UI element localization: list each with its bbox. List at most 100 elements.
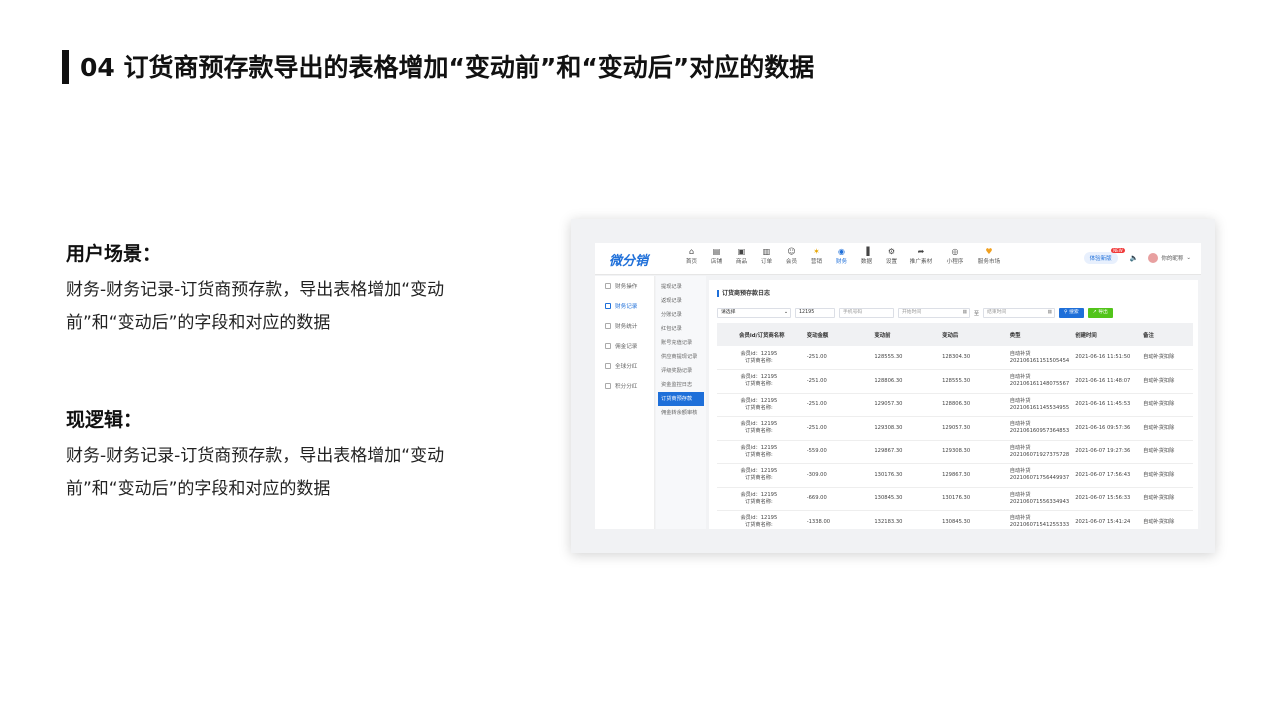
member-cell: 会员id：12195 订货商名称: xyxy=(717,416,801,441)
content-panel: 订货商预存款日志 请选择 ⌄ 12195 手机号码 开始时间 ▦ 至 结束时间 … xyxy=(709,280,1198,529)
type-cell: 自动补货 202106161151505454 xyxy=(1003,346,1070,370)
section-heading: 现逻辑： xyxy=(66,409,143,431)
nav-item-label: 财务 xyxy=(835,259,848,265)
sub-menu-item[interactable]: 账号充值记录 xyxy=(656,336,706,350)
nav-right: 体验新版 NEW 🔈 你的昵称 ⌄ xyxy=(1083,248,1191,264)
menu-item-icon xyxy=(605,343,611,349)
nav-item[interactable]: ♥ 服务市场 xyxy=(972,246,1006,267)
left-menu-item[interactable]: 财务记录 xyxy=(595,296,654,316)
nav-item-label: 营销 xyxy=(810,259,823,265)
nav-item[interactable]: ▣ 商品 xyxy=(729,246,754,267)
time-cell: 2021-06-07 19:27:36 xyxy=(1069,440,1138,464)
chevron-down-icon[interactable]: ⌄ xyxy=(1186,255,1191,261)
type-select[interactable]: 请选择 ⌄ xyxy=(717,308,791,318)
nav-item[interactable]: ➦ 推广素材 xyxy=(904,246,938,267)
left-menu-item[interactable]: 全球分红 xyxy=(595,356,654,376)
new-version-button[interactable]: 体验新版 NEW xyxy=(1083,248,1125,264)
section-heading: 用户场景： xyxy=(66,243,162,265)
nav-item[interactable]: ◉ 财务 xyxy=(829,246,854,267)
amount-cell: -669.00 xyxy=(800,487,869,511)
left-menu-label: 佣金记录 xyxy=(615,344,638,350)
section-user-scenario: 用户场景： 财务-财务记录-订货商预存款，导出表格增加“变动前”和“变动后”的字… xyxy=(66,240,506,340)
type-number: 202106161145534955 xyxy=(1009,404,1070,411)
nav-item-label: 首页 xyxy=(685,259,698,265)
amount-cell: -1338.00 xyxy=(800,510,869,529)
data-icon: ▐ xyxy=(863,247,870,256)
avatar[interactable] xyxy=(1148,253,1159,263)
slide-title: 04 订货商预存款导出的表格增加“变动前”和“变动后”对应的数据 xyxy=(80,53,815,82)
user-name[interactable]: 你的昵称 xyxy=(1161,254,1183,262)
note-cell: 自动补货扣除 xyxy=(1137,440,1193,464)
sub-menu: 提现记录 返现记录 分账记录 红包记录 账号充值记录 供应商提现记录 评级奖励记录 资金监控日… xyxy=(656,276,706,529)
nav-item[interactable]: ◎ 小程序 xyxy=(938,246,972,267)
sub-menu-item[interactable]: 红包记录 xyxy=(656,322,706,336)
nav-item[interactable]: ⚙ 设置 xyxy=(879,246,904,267)
type-label: 自动补货 xyxy=(1009,468,1031,475)
left-menu-item[interactable]: 积分分红 xyxy=(595,376,654,396)
time-cell: 2021-06-16 11:45:53 xyxy=(1069,393,1138,417)
sub-menu-item[interactable]: 资金监控日志 xyxy=(656,378,706,392)
time-cell: 2021-06-07 17:56:43 xyxy=(1069,463,1138,488)
speaker-icon[interactable]: 🔈 xyxy=(1130,254,1139,262)
time-cell: 2021-06-07 15:56:33 xyxy=(1069,487,1138,511)
menu-item-icon xyxy=(605,303,611,309)
after-cell: 128304.30 xyxy=(936,346,1004,370)
left-menu-item[interactable]: 财务操作 xyxy=(595,276,654,296)
sub-menu-item[interactable]: 订货商预存款 xyxy=(658,392,704,406)
time-cell: 2021-06-16 11:51:50 xyxy=(1069,346,1138,370)
sub-menu-item[interactable]: 返现记录 xyxy=(656,294,706,308)
menu-item-icon xyxy=(605,323,611,329)
nav-items: ⌂ 首页 ▤ 店铺 ▣ 商品 ▥ 订单 ☺ 会员 ✶ 营销 ◉ 财务 ▐ 数据 ⚙ 设置 ➦ 推广素材 ◎ 小程序 ♥ 服务市… xyxy=(679,246,1006,267)
amount-cell: -251.00 xyxy=(800,369,869,394)
phone-input[interactable]: 手机号码 xyxy=(839,308,894,318)
member-name: 订货商名称: xyxy=(745,498,773,505)
member-id: 会员id：12195 xyxy=(740,397,778,404)
type-cell: 自动补货 202106071556334943 xyxy=(1003,487,1070,511)
end-time-input[interactable]: 结束时间 ▦ xyxy=(983,308,1056,318)
before-cell: 130845.30 xyxy=(868,487,937,511)
type-label: 自动补货 xyxy=(1009,397,1031,404)
member-id-input[interactable]: 12195 xyxy=(795,308,835,318)
nav-item[interactable]: ▐ 数据 xyxy=(854,246,879,267)
sub-menu-item[interactable]: 分账记录 xyxy=(656,308,706,322)
sub-menu-item[interactable]: 提现记录 xyxy=(656,280,706,294)
type-label: 自动补货 xyxy=(1009,444,1031,451)
after-cell: 130176.30 xyxy=(936,487,1004,511)
search-button[interactable]: ⚲ 搜索 xyxy=(1059,308,1084,318)
type-number: 202106071927375728 xyxy=(1009,451,1070,458)
member-name: 订货商名称: xyxy=(745,522,773,529)
menu-item-icon xyxy=(605,363,611,369)
sub-menu-item[interactable]: 评级奖励记录 xyxy=(656,364,706,378)
chevron-down-icon: ⌄ xyxy=(783,310,788,315)
left-menu-item[interactable]: 财务统计 xyxy=(595,316,654,336)
before-cell: 129867.30 xyxy=(868,440,937,464)
sub-menu-item[interactable]: 供应商提现记录 xyxy=(656,350,706,364)
member-name: 订货商名称: xyxy=(745,451,773,458)
sub-menu-item[interactable]: 佣金转余额审核 xyxy=(656,406,706,420)
settings-icon: ⚙ xyxy=(887,247,896,256)
member-name: 订货商名称: xyxy=(745,357,773,364)
start-time-input[interactable]: 开始时间 ▦ xyxy=(898,308,970,318)
member-cell: 会员id：12195 订货商名称: xyxy=(717,463,801,488)
after-cell: 129057.30 xyxy=(936,416,1004,441)
nav-item[interactable]: ⌂ 首页 xyxy=(679,246,704,267)
type-cell: 自动补货 202106071541255333 xyxy=(1003,510,1070,529)
nav-item[interactable]: ▥ 订单 xyxy=(754,246,779,267)
export-button[interactable]: ↗ 导出 xyxy=(1087,308,1113,318)
type-cell: 自动补货 202106160957364853 xyxy=(1003,416,1070,441)
nav-item[interactable]: ▤ 店铺 xyxy=(704,246,729,267)
title-accent-bar xyxy=(62,50,69,84)
app-logo[interactable]: 微分销 xyxy=(609,250,648,269)
shop-icon: ▤ xyxy=(712,247,721,256)
table-row: 会员id：12195 订货商名称: -669.00 130845.30 130176.3… xyxy=(717,487,1193,511)
before-cell: 128555.30 xyxy=(868,346,937,370)
nav-item[interactable]: ☺ 会员 xyxy=(779,246,804,267)
time-cell: 2021-06-07 15:41:24 xyxy=(1069,510,1138,529)
before-cell: 128806.30 xyxy=(868,369,937,394)
member-cell: 会员id：12195 订货商名称: xyxy=(717,393,801,417)
member-id: 会员id：12195 xyxy=(740,350,778,357)
nav-item-label: 设置 xyxy=(885,259,898,265)
left-menu-item[interactable]: 佣金记录 xyxy=(595,336,654,356)
nav-item-label: 数据 xyxy=(860,259,873,265)
nav-item[interactable]: ✶ 营销 xyxy=(804,246,829,267)
